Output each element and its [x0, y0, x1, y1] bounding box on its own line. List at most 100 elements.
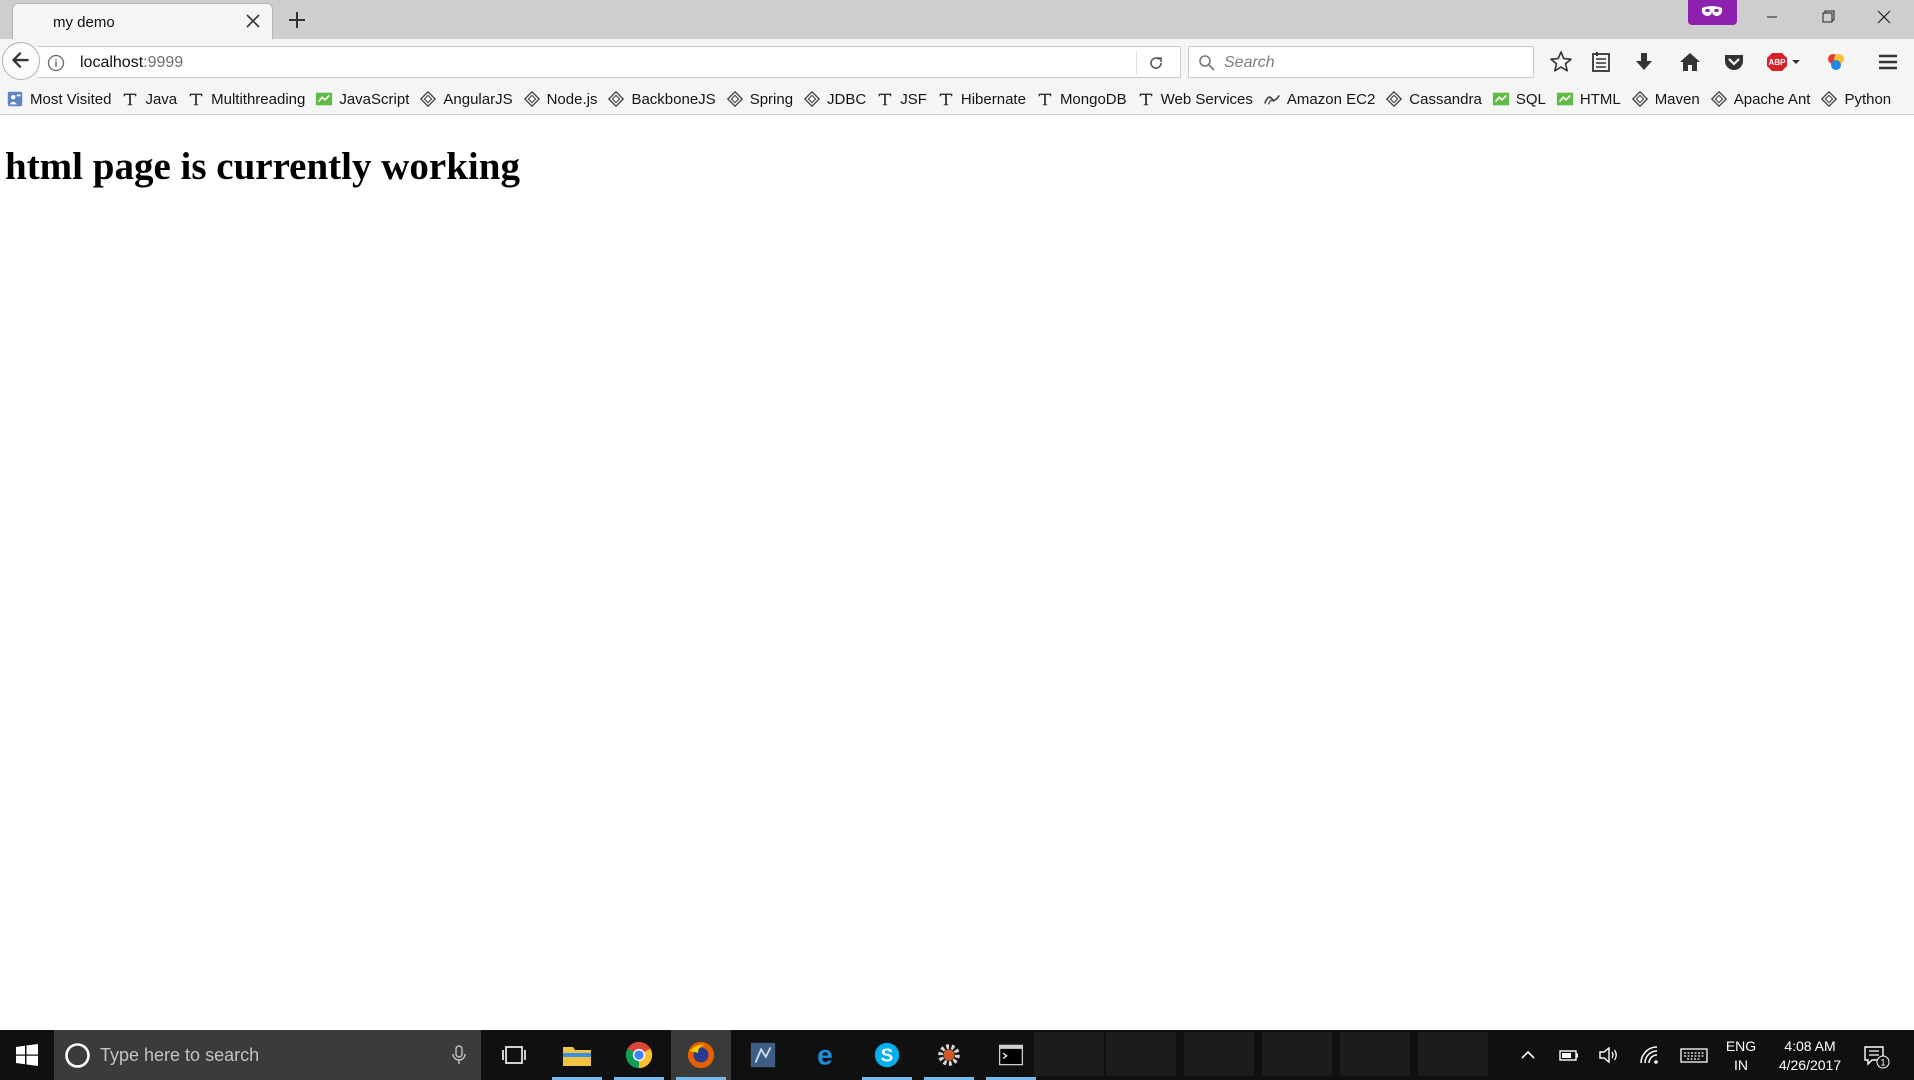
taskbar-search-box[interactable]: Type here to search	[54, 1030, 481, 1080]
search-bar[interactable]: Search	[1188, 46, 1534, 78]
windows-start-icon[interactable]	[0, 1030, 54, 1080]
task-view-button[interactable]	[484, 1030, 544, 1080]
hamburger-menu-icon[interactable]	[1875, 49, 1901, 75]
serif-t-icon	[875, 89, 895, 109]
bookmark-star-icon[interactable]	[1548, 49, 1574, 75]
url-bar[interactable]: localhost:9999	[38, 46, 1181, 78]
bookmark-maven[interactable]: Maven	[1630, 87, 1700, 111]
new-tab-plus-icon[interactable]	[283, 6, 311, 34]
bookmark-java[interactable]: Java	[120, 87, 177, 111]
bookmark-web-services[interactable]: Web Services	[1136, 87, 1253, 111]
window-thumbnail[interactable]	[1106, 1032, 1176, 1076]
gear-icon	[938, 1044, 960, 1066]
svg-text:e: e	[817, 1040, 833, 1070]
bookmark-amazon-ec2[interactable]: Amazon EC2	[1262, 87, 1375, 111]
action-center-notification-icon[interactable]: 1	[1862, 1043, 1890, 1069]
bookmark-sql[interactable]: SQL	[1491, 87, 1546, 111]
window-thumbnail[interactable]	[1184, 1032, 1254, 1076]
bookmark-cassandra[interactable]: Cassandra	[1384, 87, 1482, 111]
url-host: localhost	[80, 54, 144, 71]
window-thumbnail[interactable]	[1034, 1032, 1104, 1076]
wave-icon	[1262, 89, 1282, 109]
bookmark-label: Most Visited	[30, 90, 112, 108]
volume-speaker-icon[interactable]	[1596, 1043, 1620, 1067]
bookmark-label: MongoDB	[1059, 90, 1127, 108]
taskbar-edge[interactable]: e	[795, 1030, 855, 1080]
bookmark-jdbc[interactable]: JDBC	[802, 87, 866, 111]
bookmark-html[interactable]: HTML	[1555, 87, 1621, 111]
language-region: IN	[1734, 1057, 1748, 1073]
bookmark-hibernate[interactable]: Hibernate	[936, 87, 1026, 111]
edge-icon: e	[817, 1040, 833, 1070]
tab-title: my demo	[53, 14, 115, 31]
window-thumbnail[interactable]	[1418, 1032, 1488, 1076]
file-explorer-folder-icon	[563, 1047, 591, 1066]
input-language-indicator[interactable]: ENG IN	[1724, 1037, 1758, 1075]
bookmark-backbonejs[interactable]: BackboneJS	[606, 87, 716, 111]
diamond-icon	[606, 89, 626, 109]
bookmark-label: Spring	[749, 90, 794, 108]
adblock-plus-icon[interactable]: ABP	[1765, 49, 1805, 75]
search-icon	[1199, 55, 1215, 71]
windows-taskbar: Type here to search e S ENG IN 4:08 AM 4…	[0, 1030, 1914, 1080]
language-code: ENG	[1725, 1038, 1757, 1054]
taskbar-command-prompt[interactable]	[981, 1030, 1041, 1080]
cortana-circle-icon[interactable]	[64, 1042, 91, 1069]
bookmark-node-js[interactable]: Node.js	[522, 87, 598, 111]
bookmark-label: Node.js	[546, 90, 598, 108]
site-info-icon[interactable]	[46, 53, 66, 73]
back-button[interactable]	[2, 42, 40, 80]
restore-window-icon[interactable]	[1800, 0, 1856, 34]
notification-count: 1	[1880, 1058, 1885, 1068]
close-window-icon[interactable]	[1856, 0, 1912, 34]
bookmark-label: AngularJS	[443, 90, 513, 108]
bookmark-most-visited[interactable]: Most Visited	[5, 87, 111, 111]
bookmark-label: Apache Ant	[1733, 90, 1811, 108]
touch-keyboard-icon[interactable]	[1679, 1043, 1709, 1067]
minimize-window-icon[interactable]	[1744, 0, 1800, 34]
taskbar-settings-app[interactable]	[919, 1030, 979, 1080]
taskbar-chrome[interactable]	[609, 1030, 669, 1080]
serif-t-icon	[1035, 89, 1055, 109]
battery-icon[interactable]	[1557, 1043, 1581, 1067]
taskbar-skype[interactable]: S	[857, 1030, 917, 1080]
most-visited-icon	[5, 89, 25, 109]
close-tab-icon[interactable]	[242, 10, 264, 32]
skype-icon: S	[874, 1042, 900, 1068]
serif-t-icon	[1136, 89, 1156, 109]
reload-icon[interactable]	[1146, 53, 1166, 73]
home-icon[interactable]	[1677, 49, 1703, 75]
bookmarks-menu-icon[interactable]	[1588, 49, 1614, 75]
bookmark-multithreading[interactable]: Multithreading	[186, 87, 305, 111]
bookmark-spring[interactable]: Spring	[725, 87, 793, 111]
green-chart-icon	[314, 89, 334, 109]
bookmark-angularjs[interactable]: AngularJS	[418, 87, 513, 111]
search-placeholder: Search	[1224, 54, 1275, 71]
window-thumbnail[interactable]	[1340, 1032, 1410, 1076]
bookmark-jsf[interactable]: JSF	[875, 87, 927, 111]
bookmark-label: Maven	[1654, 90, 1700, 108]
pocket-icon[interactable]	[1721, 49, 1747, 75]
url-text[interactable]: localhost:9999	[80, 54, 183, 72]
taskbar-firefox[interactable]	[671, 1030, 731, 1080]
bookmark-label: BackboneJS	[631, 90, 716, 108]
bookmark-javascript[interactable]: JavaScript	[314, 87, 409, 111]
private-browsing-mask-icon	[1688, 0, 1737, 25]
diamond-icon	[802, 89, 822, 109]
diamond-icon	[1630, 89, 1650, 109]
taskbar-sql-server[interactable]	[733, 1030, 793, 1080]
taskbar-file-explorer[interactable]	[547, 1030, 607, 1080]
show-hidden-icons-chevron-icon[interactable]	[1516, 1043, 1540, 1067]
bookmark-mongodb[interactable]: MongoDB	[1035, 87, 1127, 111]
microphone-icon[interactable]	[449, 1044, 469, 1066]
wifi-signal-icon[interactable]	[1637, 1043, 1661, 1067]
window-thumbnail[interactable]	[1262, 1032, 1332, 1076]
bookmark-apache-ant[interactable]: Apache Ant	[1709, 87, 1811, 111]
tab-my-demo[interactable]: my demo	[12, 3, 273, 39]
taskbar-clock[interactable]: 4:08 AM 4/26/2017	[1764, 1037, 1856, 1075]
color-extension-icon[interactable]	[1823, 49, 1849, 75]
downloads-arrow-icon[interactable]	[1631, 49, 1657, 75]
bookmark-label: HTML	[1579, 90, 1621, 108]
bookmark-python[interactable]: Python	[1819, 87, 1891, 111]
sql-server-studio-icon	[750, 1042, 776, 1068]
